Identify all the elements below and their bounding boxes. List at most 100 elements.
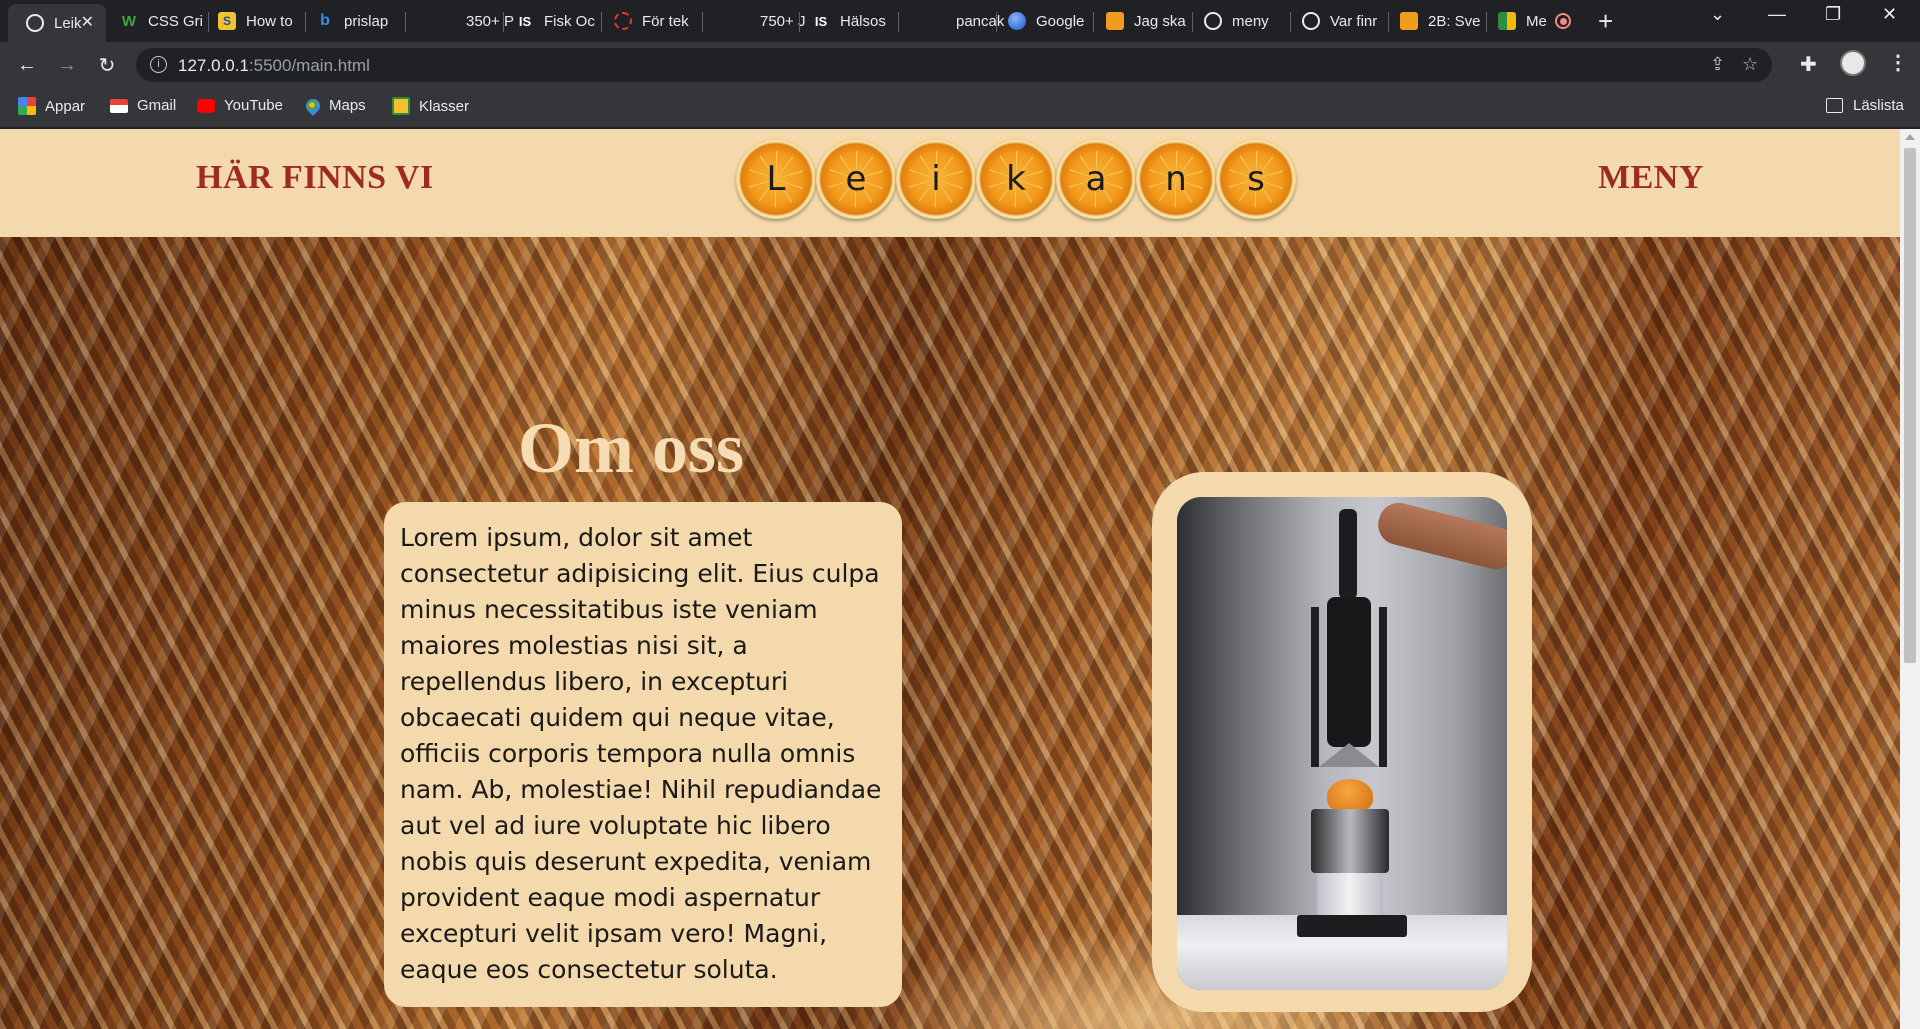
- bookmark-maps[interactable]: Maps: [303, 95, 366, 116]
- share-icon[interactable]: ⇪: [1710, 54, 1725, 75]
- photo-juicer-rod: [1311, 607, 1319, 767]
- blank-icon: [438, 12, 456, 30]
- tab-title: Hälsos: [840, 12, 886, 30]
- tab-title: Jag ska: [1134, 12, 1186, 30]
- site-header: HÄR FINNS VI L e i k a n s MENY: [0, 129, 1900, 237]
- classroom-icon: [1400, 12, 1418, 30]
- reload-button[interactable]: ↻: [92, 50, 122, 80]
- photo-juicer-rod: [1379, 607, 1387, 767]
- tab-title: 2B: Sve: [1428, 12, 1481, 30]
- logo-letter: a: [1085, 159, 1107, 199]
- bookmark-label: Klasser: [419, 97, 470, 115]
- scrollbar-thumb[interactable]: [1904, 148, 1916, 663]
- url-host: 127.0.0.1: [178, 56, 249, 75]
- new-tab-button[interactable]: +: [1598, 6, 1613, 37]
- restore-button[interactable]: ❐: [1825, 4, 1841, 25]
- tab-for-tek[interactable]: För tek: [596, 4, 702, 38]
- photo-juicer-cup: [1311, 809, 1389, 873]
- tab-google[interactable]: Google: [990, 4, 1090, 38]
- orange-slice-letter: s: [1216, 139, 1296, 219]
- orange-slice-letter: L: [736, 139, 816, 219]
- tab-title: Me: [1526, 12, 1547, 30]
- s-icon: S: [218, 12, 236, 30]
- bookmark-label: Gmail: [137, 97, 177, 114]
- browser-toolbar: ← → ↻ i 127.0.0.1:5500/main.html ⇪ ☆: [0, 42, 1920, 89]
- tab-prislap[interactable]: b prislap: [298, 4, 400, 38]
- bing-icon: b: [320, 12, 330, 29]
- logo-letter: k: [1006, 159, 1026, 199]
- tab-title: Var finr: [1330, 12, 1378, 30]
- orange-slice-letter: k: [976, 139, 1056, 219]
- gmail-icon: [110, 98, 128, 113]
- about-text-box: Lorem ipsum, dolor sit amet consectetur …: [384, 502, 902, 1007]
- tab-var-finns[interactable]: Var finr: [1284, 4, 1384, 38]
- hero-section-wood-background: Om oss Lorem ipsum, dolor sit amet conse…: [0, 237, 1900, 1029]
- close-window-button[interactable]: ✕: [1882, 4, 1897, 25]
- tab-meet[interactable]: Me: [1480, 4, 1580, 38]
- sketchy-icon: [614, 12, 632, 30]
- photo-frame: [1152, 472, 1532, 1012]
- logo-letter: n: [1165, 159, 1187, 199]
- recording-icon: [1555, 13, 1571, 29]
- bookmark-gmail[interactable]: Gmail: [110, 97, 176, 114]
- tab-title: Google: [1036, 12, 1085, 30]
- forward-button[interactable]: →: [52, 50, 82, 80]
- extensions-puzzle-icon[interactable]: ✚: [1800, 52, 1817, 77]
- bookmark-star-icon[interactable]: ☆: [1742, 54, 1758, 75]
- menu-kebab-icon[interactable]: ⋮: [1888, 50, 1908, 75]
- tab-how-to[interactable]: S How to: [200, 4, 304, 38]
- orange-slice-letter: a: [1056, 139, 1136, 219]
- orange-slice-letter: e: [816, 139, 896, 219]
- bookmark-youtube[interactable]: YouTube: [197, 97, 283, 114]
- site-info-icon[interactable]: i: [150, 56, 167, 73]
- page-viewport: HÄR FINNS VI L e i k a n s MENY Om oss L…: [0, 129, 1900, 1029]
- tab-jag-ska[interactable]: Jag ska: [1088, 4, 1188, 38]
- nav-link-meny[interactable]: MENY: [1598, 159, 1704, 197]
- page-scrollbar[interactable]: [1900, 129, 1920, 1029]
- about-title: Om oss: [518, 408, 745, 488]
- bookmark-appar[interactable]: Appar: [18, 97, 85, 115]
- tab-leikans[interactable]: Leik ✕: [8, 4, 106, 42]
- tab-strip: Leik ✕ W CSS Gri S How to b prislap 350+…: [0, 0, 1920, 42]
- google-icon: [1008, 12, 1026, 30]
- back-button[interactable]: ←: [12, 50, 42, 80]
- address-bar[interactable]: i 127.0.0.1:5500/main.html ⇪ ☆: [136, 48, 1772, 82]
- classroom-icon: [1106, 12, 1124, 30]
- about-paragraph: Lorem ipsum, dolor sit amet consectetur …: [400, 523, 882, 984]
- youtube-icon: [197, 98, 215, 113]
- photo-juicer-cone: [1319, 743, 1379, 767]
- apps-grid-icon: [18, 97, 36, 115]
- globe-icon: [26, 14, 44, 32]
- profile-avatar[interactable]: [1840, 50, 1866, 76]
- nav-link-har-finns-vi[interactable]: HÄR FINNS VI: [196, 159, 434, 197]
- tab-meny[interactable]: meny: [1186, 4, 1286, 38]
- close-tab-icon[interactable]: ✕: [81, 12, 94, 32]
- logo-letter: s: [1247, 159, 1265, 199]
- url-text[interactable]: 127.0.0.1:5500/main.html: [178, 56, 370, 76]
- photo-juicer-body: [1327, 597, 1371, 747]
- tab-title: Leik: [54, 14, 82, 32]
- tab-divider: [405, 12, 406, 32]
- tab-halsos[interactable]: IS Hälsos: [794, 4, 896, 38]
- bookmarks-bar: Appar Gmail YouTube Maps Klasser Läslist…: [0, 89, 1920, 128]
- globe-icon: [1302, 12, 1320, 30]
- tab-fisk[interactable]: IS Fisk Oc: [498, 4, 598, 38]
- tab-2b-sve[interactable]: 2B: Sve: [1382, 4, 1482, 38]
- blank-icon: [928, 12, 946, 30]
- logo-letter: L: [766, 159, 786, 199]
- photo-orange: [1327, 779, 1373, 813]
- tab-title: prislap: [344, 12, 389, 30]
- orange-slice-letter: n: [1136, 139, 1216, 219]
- reading-list-button[interactable]: Läslista: [1826, 97, 1904, 114]
- leikans-logo[interactable]: L e i k a n s: [736, 139, 1296, 219]
- juicer-photo: [1177, 497, 1507, 990]
- url-path: :5500/main.html: [248, 56, 370, 75]
- scroll-up-arrow-icon[interactable]: [1905, 134, 1915, 140]
- bookmark-klasser[interactable]: Klasser: [392, 97, 469, 115]
- photo-juicer-base: [1297, 915, 1407, 937]
- minimize-button[interactable]: —: [1768, 4, 1786, 25]
- bookmark-label: YouTube: [224, 97, 283, 114]
- tab-css-grid[interactable]: W CSS Gri: [102, 4, 208, 38]
- tab-search-icon[interactable]: ⌄: [1710, 4, 1725, 25]
- blank-icon: [732, 12, 750, 30]
